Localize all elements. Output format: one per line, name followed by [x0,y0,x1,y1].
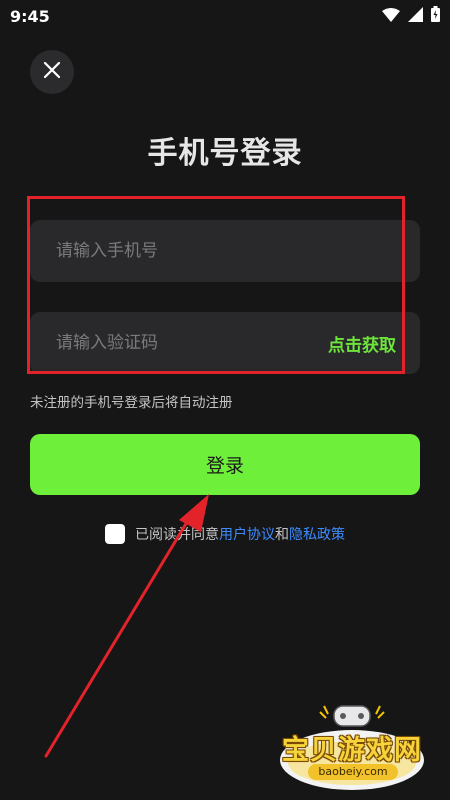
status-bar: 9:45 [0,0,450,32]
get-code-button[interactable]: 点击获取 [328,331,396,356]
code-field[interactable]: 点击获取 [30,312,420,374]
watermark-title: 宝贝游戏网 [282,735,422,766]
watermark-url: baobeiy.com [308,764,398,780]
phone-field[interactable] [30,220,420,282]
code-input[interactable] [56,333,328,353]
battery-icon [431,6,440,26]
close-icon [43,61,61,83]
status-time: 9:45 [10,6,50,26]
user-agreement-link[interactable]: 用户协议 [219,524,275,544]
login-screen: 9:45 手机号登录 点击获取 未注册的手机号登录后将自动注册 [0,0,450,800]
agreement-prefix: 已阅读并同意 [135,527,219,543]
login-button[interactable]: 登录 [30,434,420,495]
agreement-and: 和 [275,527,289,543]
phone-input[interactable] [56,241,394,261]
page-title: 手机号登录 [147,136,303,171]
close-button[interactable] [30,50,74,94]
wifi-icon [382,7,400,26]
privacy-policy-link[interactable]: 隐私政策 [289,524,345,544]
status-icons [382,6,440,26]
auto-register-hint: 未注册的手机号登录后将自动注册 [30,395,233,411]
signal-icon [408,6,423,26]
agreement-checkbox[interactable] [105,524,125,544]
site-watermark: 宝贝游戏网 baobeiy.com [272,700,432,792]
agreement-row: 已阅读并同意 用户协议 和 隐私政策 [0,524,450,544]
